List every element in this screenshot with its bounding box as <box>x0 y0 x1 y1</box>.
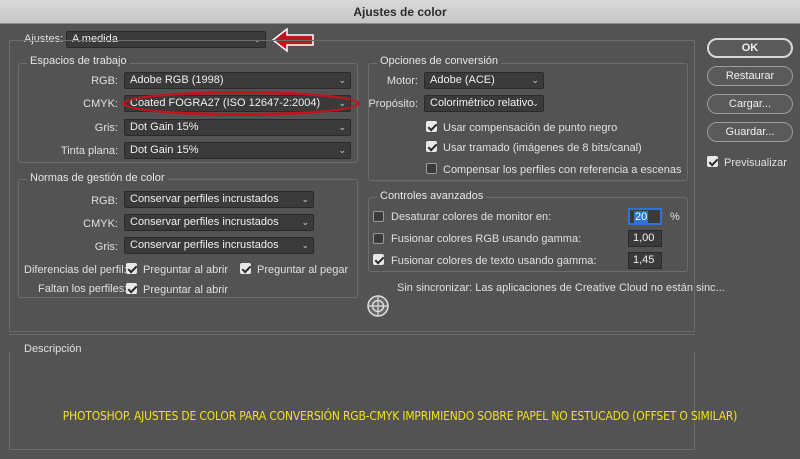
pol-rgb-value: Conservar perfiles incrustados <box>130 193 279 205</box>
save-button[interactable]: Guardar... <box>707 122 793 142</box>
caption-text: PHOTOSHOP. AJUSTES DE COLOR PARA CONVERS… <box>62 408 738 423</box>
blend-text-input[interactable]: 1,45 <box>628 252 662 269</box>
desaturate-unit: % <box>670 211 680 223</box>
ws-rgb-value: Adobe RGB (1998) <box>130 74 224 86</box>
sync-status: Sin sincronizar: Las aplicaciones de Cre… <box>397 282 725 294</box>
preview-label[interactable]: Previsualizar <box>724 157 787 169</box>
pol-rgb-label: RGB: <box>91 195 118 207</box>
missing-open-label[interactable]: Preguntar al abrir <box>143 284 228 296</box>
description-area <box>9 352 695 450</box>
chevron-down-icon: ⌄ <box>531 98 539 108</box>
reset-button[interactable]: Restaurar <box>707 66 793 86</box>
preview-checkbox[interactable] <box>707 156 718 167</box>
window-title: Ajustes de color <box>0 0 800 24</box>
advanced-title: Controles avanzados <box>377 190 487 202</box>
chevron-down-icon: ⌄ <box>301 217 309 227</box>
blend-rgb-label[interactable]: Fusionar colores RGB usando gamma: <box>391 233 581 245</box>
desaturate-label[interactable]: Desaturar colores de monitor en: <box>391 211 551 223</box>
blend-rgb-checkbox[interactable] <box>373 233 384 244</box>
mismatch-paste-label[interactable]: Preguntar al pegar <box>257 264 348 276</box>
color-sync-icon <box>367 295 389 317</box>
blend-text-checkbox[interactable] <box>373 254 384 265</box>
missing-label: Faltan los perfiles: <box>38 283 128 295</box>
pol-gray-label: Gris: <box>94 241 118 253</box>
pol-cmyk-select[interactable]: Conservar perfiles incrustados ⌄ <box>124 214 314 231</box>
intent-value: Colorimétrico relativo <box>430 97 534 109</box>
mismatch-paste-checkbox[interactable] <box>240 263 251 274</box>
ws-cmyk-label: CMYK: <box>83 98 118 110</box>
ws-gray-label: Gris: <box>94 122 118 134</box>
engine-label: Motor: <box>386 75 418 87</box>
chevron-down-icon: ⌄ <box>338 122 346 132</box>
chevron-down-icon: ⌄ <box>338 145 346 155</box>
engine-select[interactable]: Adobe (ACE) ⌄ <box>424 72 544 89</box>
policies-title: Normas de gestión de color <box>27 172 168 184</box>
desaturate-checkbox[interactable] <box>373 211 384 222</box>
mismatch-label: Diferencias del perfil: <box>24 264 127 276</box>
pol-rgb-select[interactable]: Conservar perfiles incrustados ⌄ <box>124 191 314 208</box>
pol-gray-value: Conservar perfiles incrustados <box>130 239 279 251</box>
ws-spot-value: Dot Gain 15% <box>130 144 199 156</box>
intent-select[interactable]: Colorimétrico relativo ⌄ <box>424 95 544 112</box>
dither-checkbox[interactable] <box>426 141 437 152</box>
pol-gray-select[interactable]: Conservar perfiles incrustados ⌄ <box>124 237 314 254</box>
description-separator <box>9 334 695 335</box>
pol-cmyk-label: CMYK: <box>83 218 118 230</box>
ok-button[interactable]: OK <box>707 38 793 58</box>
ws-spot-select[interactable]: Dot Gain 15% ⌄ <box>124 142 351 159</box>
desaturate-input[interactable]: 20 <box>628 208 662 225</box>
chevron-down-icon: ⌄ <box>531 75 539 85</box>
chevron-down-icon: ⌄ <box>301 194 309 204</box>
blend-rgb-input[interactable]: 1,00 <box>628 230 662 247</box>
pol-cmyk-value: Conservar perfiles incrustados <box>130 216 279 228</box>
intent-label: Propósito: <box>368 98 418 110</box>
dither-label[interactable]: Usar tramado (imágenes de 8 bits/canal) <box>443 142 642 154</box>
mismatch-open-checkbox[interactable] <box>126 263 137 274</box>
conversion-title: Opciones de conversión <box>377 55 502 67</box>
chevron-down-icon: ⌄ <box>338 75 346 85</box>
ws-gray-value: Dot Gain 15% <box>130 121 199 133</box>
ws-spot-label: Tinta plana: <box>60 145 118 157</box>
desaturate-value: 20 <box>634 211 649 223</box>
ws-gray-select[interactable]: Dot Gain 15% ⌄ <box>124 119 351 136</box>
blend-text-label[interactable]: Fusionar colores de texto usando gamma: <box>391 255 596 267</box>
missing-open-checkbox[interactable] <box>126 283 137 294</box>
annotation-ellipse <box>122 91 360 116</box>
engine-value: Adobe (ACE) <box>430 74 495 86</box>
ws-rgb-label: RGB: <box>91 75 118 87</box>
load-button[interactable]: Cargar... <box>707 94 793 114</box>
ws-rgb-select[interactable]: Adobe RGB (1998) ⌄ <box>124 72 351 89</box>
chevron-down-icon: ⌄ <box>301 240 309 250</box>
mismatch-open-label[interactable]: Preguntar al abrir <box>143 264 228 276</box>
bpc-label[interactable]: Usar compensación de punto negro <box>443 122 617 134</box>
bpc-checkbox[interactable] <box>426 121 437 132</box>
scene-checkbox[interactable] <box>426 163 437 174</box>
working-spaces-title: Espacios de trabajo <box>27 55 130 67</box>
scene-label[interactable]: Compensar los perfiles con referencia a … <box>443 164 681 176</box>
